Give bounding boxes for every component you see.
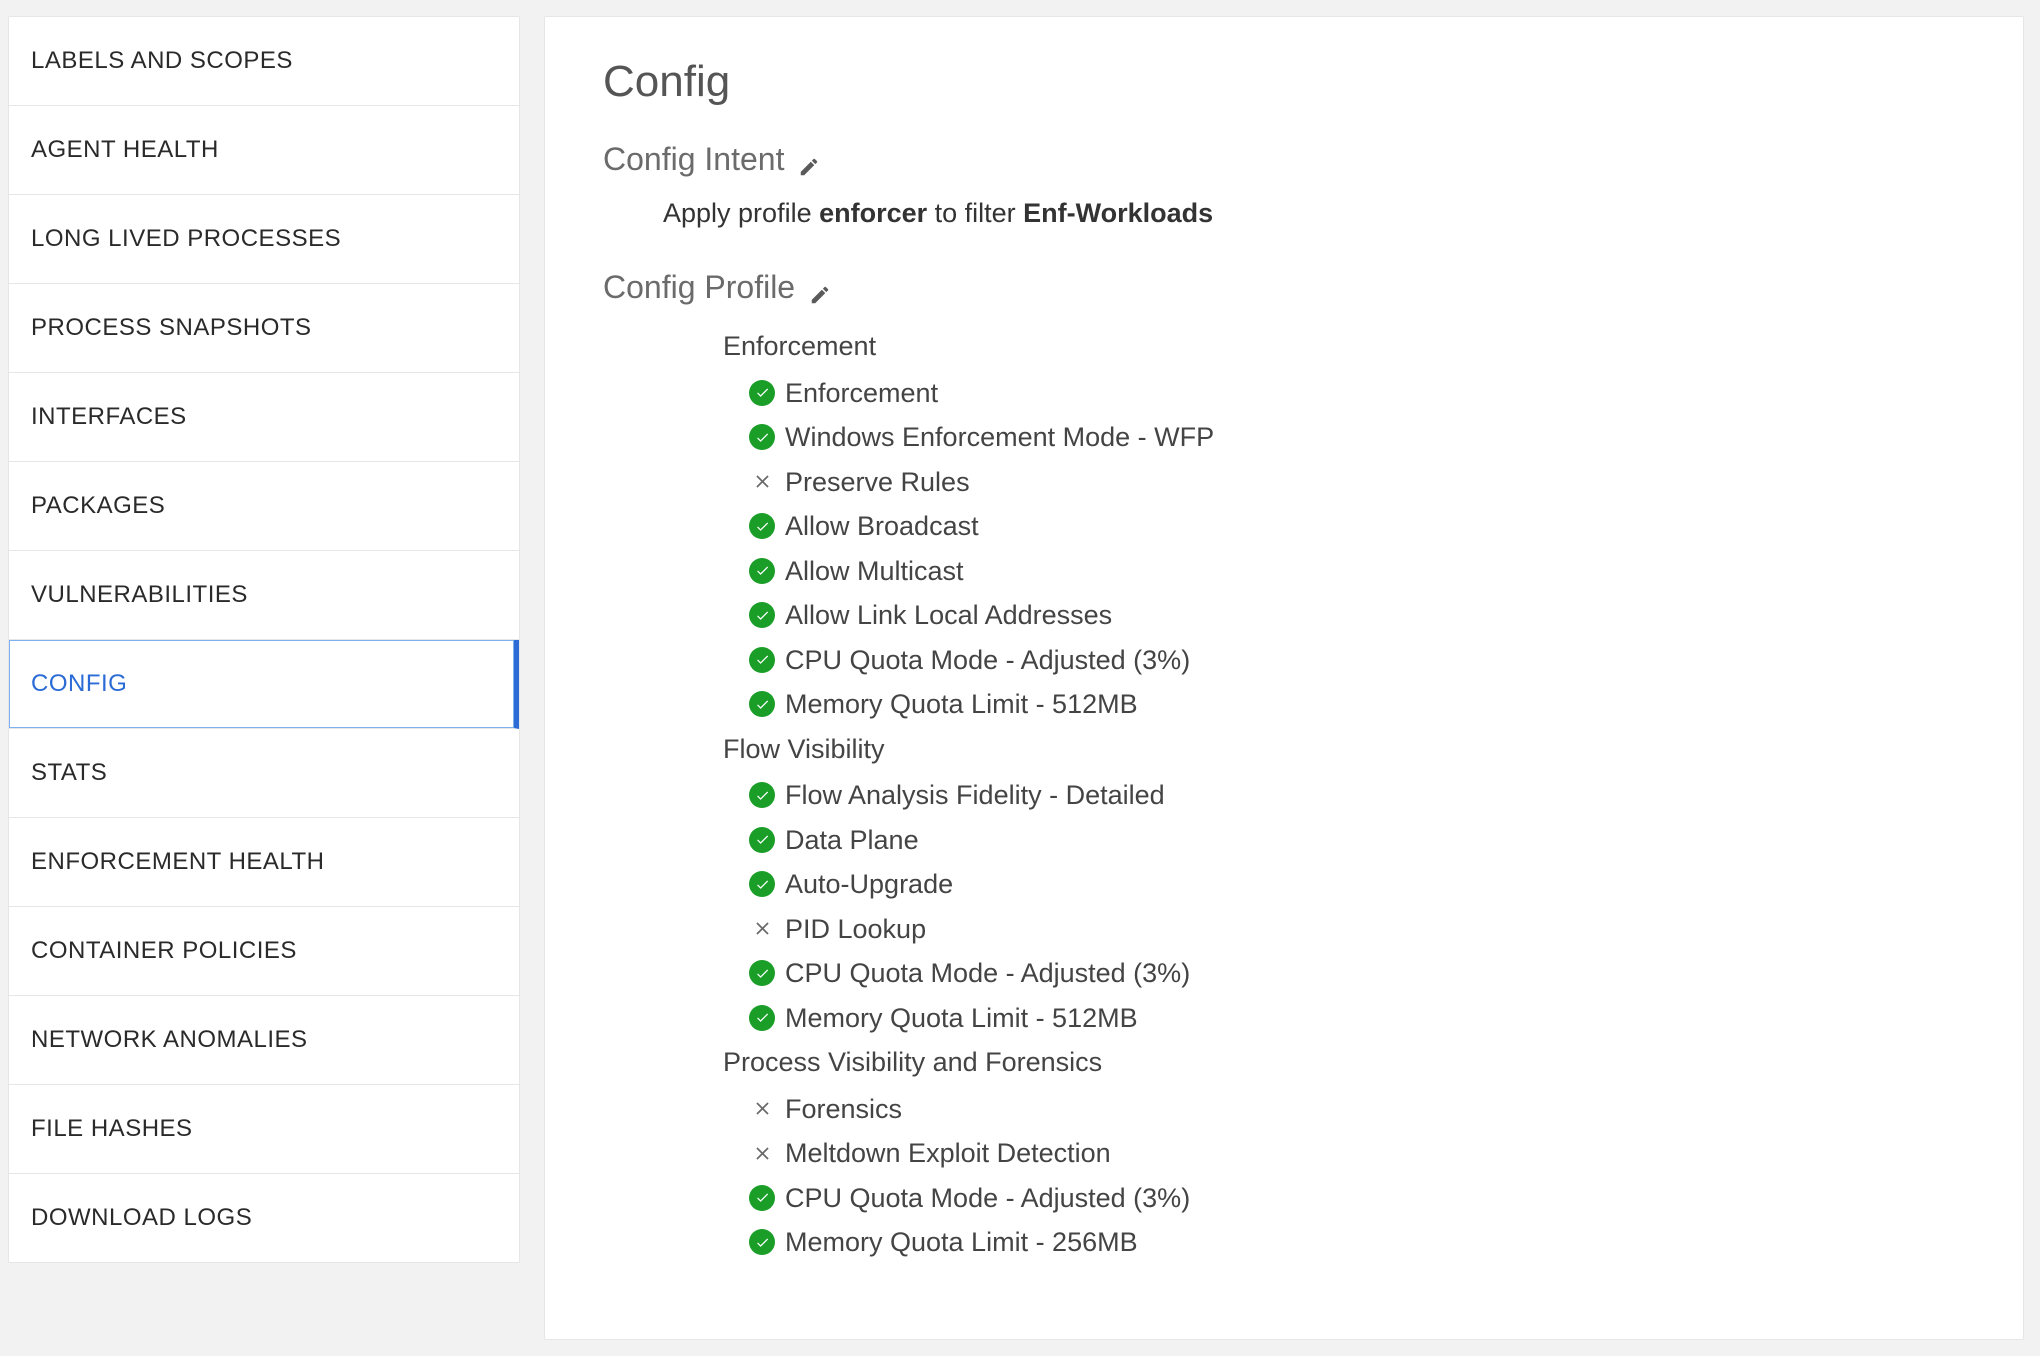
config-group-title: Process Visibility and Forensics [723,1042,1965,1083]
x-icon [749,916,775,942]
config-profile-heading: Config Profile [603,269,1965,306]
sidebar-item-packages[interactable]: PACKAGES [9,462,519,551]
config-item: Allow Link Local Addresses [749,595,1965,636]
config-item-label: Preserve Rules [785,462,970,503]
sidebar-item-stats[interactable]: STATS [9,729,519,818]
config-item-label: CPU Quota Mode - Adjusted (3%) [785,1178,1190,1219]
config-item: Enforcement [749,373,1965,414]
sidebar-item-network-anomalies[interactable]: NETWORK ANOMALIES [9,996,519,1085]
check-circle-icon [749,424,775,450]
sidebar-item-download-logs[interactable]: DOWNLOAD LOGS [9,1174,519,1262]
pencil-icon [798,156,820,178]
config-item: Auto-Upgrade [749,864,1965,905]
sidebar-item-file-hashes[interactable]: FILE HASHES [9,1085,519,1174]
config-item: Allow Multicast [749,551,1965,592]
config-item: Forensics [749,1089,1965,1130]
config-item-label: Meltdown Exploit Detection [785,1133,1111,1174]
config-item-label: Memory Quota Limit - 512MB [785,684,1138,725]
x-icon [749,1140,775,1166]
config-item-label: Allow Link Local Addresses [785,595,1112,636]
sidebar-item-enforcement-health[interactable]: ENFORCEMENT HEALTH [9,818,519,907]
config-item-label: Forensics [785,1089,902,1130]
config-item: Memory Quota Limit - 512MB [749,998,1965,1039]
edit-profile-button[interactable] [809,277,831,299]
sidebar-item-container-policies[interactable]: CONTAINER POLICIES [9,907,519,996]
check-circle-icon [749,602,775,628]
page-layout: LABELS AND SCOPESAGENT HEALTHLONG LIVED … [8,16,2024,1340]
check-circle-icon [749,558,775,584]
config-item-label: CPU Quota Mode - Adjusted (3%) [785,953,1190,994]
config-item-label: Allow Broadcast [785,506,979,547]
check-circle-icon [749,1005,775,1031]
config-group-title: Flow Visibility [723,729,1965,770]
config-item-label: Enforcement [785,373,938,414]
config-item-label: Memory Quota Limit - 256MB [785,1222,1138,1263]
sidebar-item-interfaces[interactable]: INTERFACES [9,373,519,462]
check-circle-icon [749,871,775,897]
check-circle-icon [749,782,775,808]
check-circle-icon [749,513,775,539]
main-panel: Config Config Intent Apply profile enfor… [544,16,2024,1340]
config-intent-heading: Config Intent [603,141,1965,178]
config-item: Data Plane [749,820,1965,861]
check-circle-icon [749,827,775,853]
config-item-label: PID Lookup [785,909,926,950]
config-group-title: Enforcement [723,326,1965,367]
config-item-label: Windows Enforcement Mode - WFP [785,417,1214,458]
config-item: Flow Analysis Fidelity - Detailed [749,775,1965,816]
sidebar-item-agent-health[interactable]: AGENT HEALTH [9,106,519,195]
pencil-icon [809,284,831,306]
edit-intent-button[interactable] [798,149,820,171]
sidebar-item-process-snapshots[interactable]: PROCESS SNAPSHOTS [9,284,519,373]
config-item: CPU Quota Mode - Adjusted (3%) [749,953,1965,994]
config-item: CPU Quota Mode - Adjusted (3%) [749,1178,1965,1219]
config-profile-label: Config Profile [603,269,795,306]
config-intent-text: Apply profile enforcer to filter Enf-Wor… [663,198,1965,229]
config-item: Allow Broadcast [749,506,1965,547]
config-item-label: CPU Quota Mode - Adjusted (3%) [785,640,1190,681]
sidebar-item-vulnerabilities[interactable]: VULNERABILITIES [9,551,519,640]
config-item-label: Memory Quota Limit - 512MB [785,998,1138,1039]
x-icon [749,1096,775,1122]
config-profile-body: EnforcementEnforcementWindows Enforcemen… [723,326,1965,1263]
x-icon [749,469,775,495]
config-item: Memory Quota Limit - 256MB [749,1222,1965,1263]
config-item: Meltdown Exploit Detection [749,1133,1965,1174]
config-intent-label: Config Intent [603,141,784,178]
config-item: PID Lookup [749,909,1965,950]
sidebar-item-labels-and-scopes[interactable]: LABELS AND SCOPES [9,17,519,106]
check-circle-icon [749,380,775,406]
sidebar-item-long-lived-processes[interactable]: LONG LIVED PROCESSES [9,195,519,284]
sidebar-nav: LABELS AND SCOPESAGENT HEALTHLONG LIVED … [8,16,520,1263]
check-circle-icon [749,1229,775,1255]
config-item: Memory Quota Limit - 512MB [749,684,1965,725]
check-circle-icon [749,691,775,717]
config-item-label: Data Plane [785,820,919,861]
config-item-label: Auto-Upgrade [785,864,953,905]
config-item: Preserve Rules [749,462,1965,503]
check-circle-icon [749,647,775,673]
check-circle-icon [749,1185,775,1211]
check-circle-icon [749,960,775,986]
config-item-label: Allow Multicast [785,551,964,592]
config-item: CPU Quota Mode - Adjusted (3%) [749,640,1965,681]
config-item: Windows Enforcement Mode - WFP [749,417,1965,458]
page-title: Config [603,57,1965,107]
config-item-label: Flow Analysis Fidelity - Detailed [785,775,1165,816]
sidebar-item-config[interactable]: CONFIG [9,640,519,729]
